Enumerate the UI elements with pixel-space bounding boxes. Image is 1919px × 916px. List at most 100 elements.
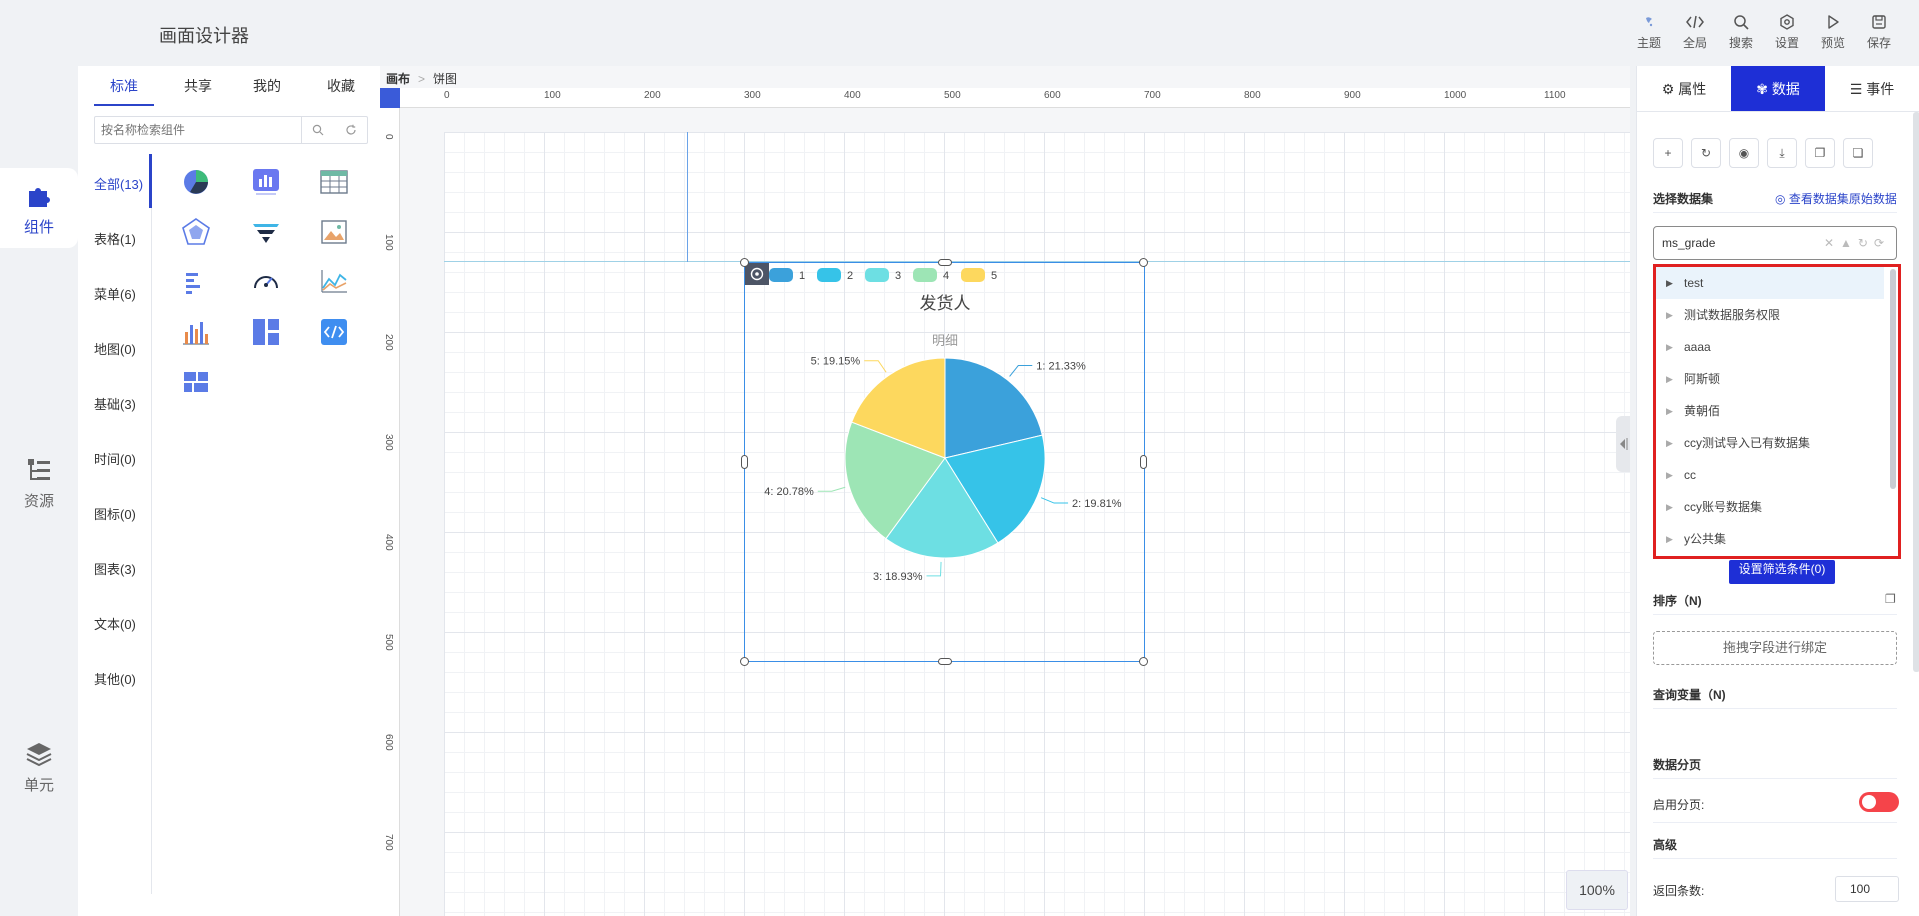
slice-label: 4: 20.78% (764, 486, 814, 498)
view-raw-data-link[interactable]: ◎ 查看数据集原始数据 (1775, 190, 1897, 207)
play-icon (1828, 15, 1839, 29)
category-icon[interactable]: 图标(0) (94, 504, 136, 523)
preview-button[interactable]: 预览 (1813, 14, 1853, 51)
zoom-level[interactable]: 100% (1566, 870, 1628, 910)
resize-handle[interactable] (741, 455, 748, 469)
field-drop-zone[interactable]: 拖拽字段进行绑定 (1653, 631, 1897, 665)
dataset-option-label: 阿斯顿 (1684, 372, 1721, 386)
resize-handle[interactable] (1139, 258, 1148, 267)
tab-events[interactable]: ☰ 事件 (1825, 66, 1919, 112)
panel-collapse-handle[interactable] (1616, 416, 1630, 472)
dataset-option[interactable]: ▶ aaaa (1656, 331, 1884, 363)
ruler-tick: 700 (383, 834, 394, 851)
line-chart-icon[interactable] (318, 266, 350, 298)
dropdown-scrollbar[interactable] (1890, 269, 1896, 489)
category-table[interactable]: 表格(1) (94, 229, 136, 248)
global-label: 全局 (1682, 36, 1707, 50)
theme-button[interactable]: 主题 (1629, 14, 1669, 51)
radar-chart-icon[interactable] (180, 216, 212, 248)
dataset-select-icons[interactable]: ✕▲↻⟳ (1824, 236, 1890, 250)
resize-handle[interactable] (938, 658, 952, 665)
gauge-icon[interactable] (250, 266, 282, 298)
dataset-option[interactable]: ▶ y公共集 (1656, 523, 1884, 555)
tab-standard[interactable]: 标准 (110, 76, 138, 96)
tab-data[interactable]: ✾ 数据 (1731, 66, 1825, 112)
copy-button[interactable]: ❐ (1805, 138, 1835, 168)
ruler-horizontal: 0 100 200 300 400 500 600 700 800 900 10… (380, 88, 1630, 108)
category-basic[interactable]: 基础(3) (94, 394, 136, 413)
horizontal-bar-icon[interactable] (180, 266, 212, 298)
refresh-button[interactable]: ↻ (1691, 138, 1721, 168)
resize-handle[interactable] (740, 657, 749, 666)
category-all[interactable]: 全部(13) (94, 174, 143, 193)
search-icon[interactable] (312, 124, 324, 136)
query-variables-title: 查询变量（N) (1653, 688, 1726, 702)
legend-swatch[interactable] (865, 268, 889, 282)
category-chart[interactable]: 图表(3) (94, 559, 136, 578)
dataset-option[interactable]: ▶ ccy测试导入已有数据集 (1656, 427, 1884, 459)
category-map[interactable]: 地图(0) (94, 339, 136, 358)
image-icon[interactable] (318, 216, 350, 248)
table-icon[interactable] (318, 166, 350, 198)
dataset-option[interactable]: ▶ 黄朝佰 (1656, 395, 1884, 427)
component-search-input[interactable] (101, 123, 291, 137)
legend-swatch[interactable] (817, 268, 841, 282)
dataset-option[interactable]: ▶ cc (1656, 459, 1884, 491)
rail-item-components[interactable]: 组件 (0, 168, 78, 248)
global-button[interactable]: 全局 (1675, 14, 1715, 51)
copy-icon[interactable]: ❐ (1885, 592, 1896, 606)
category-text[interactable]: 文本(0) (94, 614, 136, 633)
tab-label: 属性 (1678, 81, 1707, 97)
tab-favorites[interactable]: 收藏 (327, 76, 355, 96)
legend-swatch[interactable] (961, 268, 985, 282)
eye-icon: ◎ (1775, 192, 1786, 206)
settings-button[interactable]: 设置 (1767, 14, 1807, 51)
rail-item-resources[interactable]: 资源 (0, 456, 78, 511)
category-time[interactable]: 时间(0) (94, 449, 136, 468)
layout-icon[interactable] (250, 316, 282, 348)
resize-handle[interactable] (1139, 657, 1148, 666)
rail-label: 单元 (23, 777, 54, 794)
legend-swatch[interactable] (769, 268, 793, 282)
ruler-tick: 600 (383, 734, 394, 751)
expand-arrow-icon: ▶ (1666, 502, 1673, 512)
search-button[interactable]: 搜索 (1721, 14, 1761, 51)
dataset-option[interactable]: ▶ test (1656, 267, 1884, 299)
refresh-icon[interactable] (345, 124, 357, 136)
add-button[interactable]: + (1653, 138, 1683, 168)
breadcrumb-canvas[interactable]: 画布 (386, 72, 410, 86)
filter-conditions-button[interactable]: 设置筛选条件(0) (1729, 560, 1835, 584)
save-button[interactable]: 保存 (1859, 14, 1899, 51)
paste-button[interactable]: ❏ (1843, 138, 1873, 168)
pie-chart-icon[interactable] (180, 166, 212, 198)
dataset-select[interactable]: ms_grade ✕▲↻⟳ (1653, 226, 1897, 260)
bar-chart-icon[interactable] (250, 166, 282, 198)
tab-shared[interactable]: 共享 (184, 76, 212, 96)
column-chart-icon[interactable] (180, 316, 212, 348)
dataset-option[interactable]: ▶ 测试数据服务权限 (1656, 299, 1884, 331)
enable-paging-toggle[interactable] (1859, 792, 1899, 812)
funnel-chart-icon[interactable] (250, 216, 282, 248)
expand-arrow-icon: ▶ (1666, 374, 1673, 384)
component-panel: 标准 共享 我的 收藏 全部(13) 表格(1) 菜单(6) 地图(0) 基础(… (78, 66, 380, 916)
import-button[interactable]: ⤓ (1767, 138, 1797, 168)
category-other[interactable]: 其他(0) (94, 669, 136, 688)
tab-properties[interactable]: ⚙ 属性 (1637, 66, 1731, 112)
resize-handle[interactable] (740, 258, 749, 267)
dataset-option[interactable]: ▶ 阿斯顿 (1656, 363, 1884, 395)
grid-layout-icon[interactable] (180, 366, 212, 398)
list-icon: ☰ (1849, 81, 1863, 97)
category-menu[interactable]: 菜单(6) (94, 284, 136, 303)
component-search (94, 116, 368, 144)
resize-handle[interactable] (938, 259, 952, 266)
panel-scrollbar[interactable] (1913, 112, 1919, 672)
pie-chart-widget[interactable]: 1 2 3 4 5 发货人 明细 1: 21.33% 2: 19.81% 3: 18.93% 4: … (740, 258, 1148, 666)
legend-swatch[interactable] (913, 268, 937, 282)
rail-item-units[interactable]: 单元 (0, 740, 78, 795)
view-button[interactable]: ◉ (1729, 138, 1759, 168)
dataset-option[interactable]: ▶ ccy账号数据集 (1656, 491, 1884, 523)
resize-handle[interactable] (1140, 455, 1147, 469)
embed-code-icon[interactable] (318, 316, 350, 348)
tab-mine[interactable]: 我的 (253, 76, 281, 96)
return-count-input[interactable]: 100 (1835, 876, 1899, 902)
